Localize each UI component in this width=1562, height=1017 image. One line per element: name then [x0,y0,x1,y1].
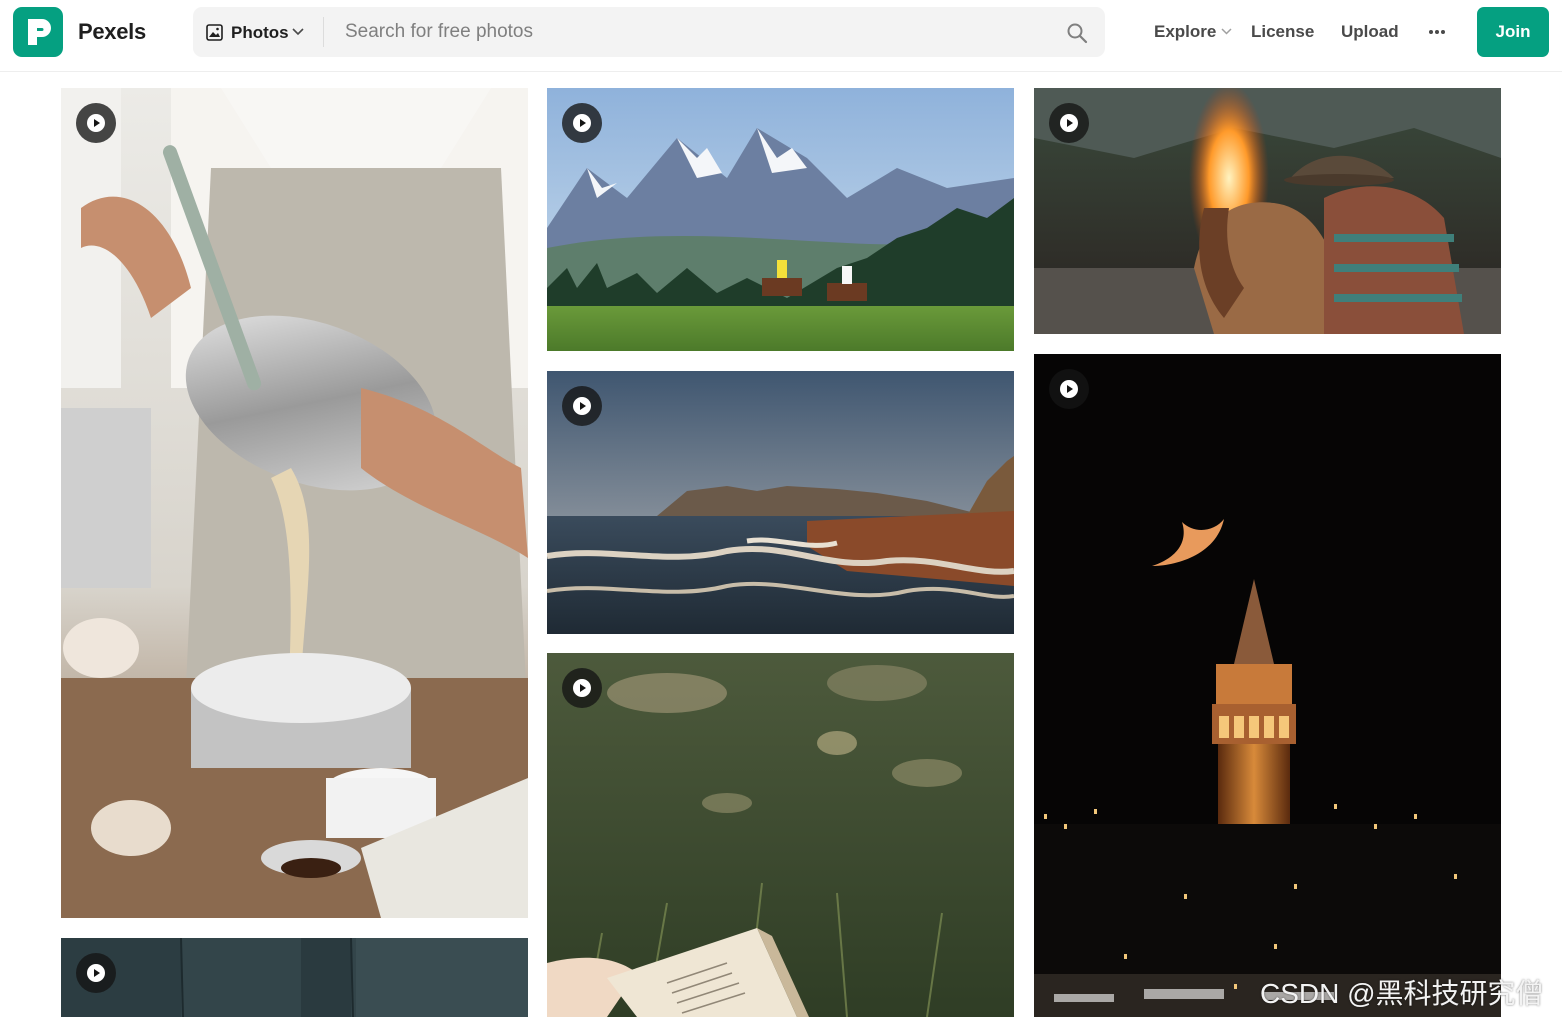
join-button[interactable]: Join [1477,7,1549,57]
video-thumbnail-mountains [547,88,1014,351]
video-thumbnail-galata-tower [1034,354,1501,1017]
nav-upload-link[interactable]: Upload [1341,22,1399,42]
video-card-mountains[interactable] [547,88,1014,351]
video-card-dark-wood[interactable] [61,938,528,1017]
video-card-baking[interactable] [61,88,528,918]
search-icon[interactable] [1065,21,1089,45]
play-icon [76,103,116,143]
search-input[interactable] [333,7,1033,57]
play-icon [1049,103,1089,143]
video-card-cowboy-fire[interactable] [1034,88,1501,334]
video-thumbnail-dark-wood [61,938,528,1017]
nav-license-link[interactable]: License [1251,22,1314,42]
video-thumbnail-coast [547,371,1014,634]
brand-name[interactable]: Pexels [78,19,146,45]
more-options-icon[interactable] [1426,24,1448,40]
video-card-galata-tower[interactable] [1034,354,1501,1017]
video-thumbnail-grass-book [547,653,1014,1017]
nav-explore-link[interactable]: Explore [1154,22,1216,42]
video-thumbnail-baking [61,88,528,918]
video-card-coast[interactable] [547,371,1014,634]
video-card-grass-book[interactable] [547,653,1014,1017]
image-icon [206,24,223,41]
video-thumbnail-cowboy-fire [1034,88,1501,334]
search-divider [323,17,324,47]
search-bar: Photos [193,7,1105,57]
media-type-label: Photos [231,23,289,42]
play-icon [562,386,602,426]
play-icon [562,103,602,143]
chevron-down-icon[interactable] [1221,28,1232,35]
watermark-text: CSDN @黑科技研究僧 [1260,978,1544,1009]
play-icon [1049,369,1089,409]
play-icon [562,668,602,708]
pexels-logo-icon[interactable] [13,7,63,57]
play-icon [76,953,116,993]
media-type-dropdown[interactable]: Photos [193,7,323,57]
chevron-down-icon [292,28,304,36]
top-nav-bar: Pexels Photos Explore License Upload J [0,0,1562,72]
